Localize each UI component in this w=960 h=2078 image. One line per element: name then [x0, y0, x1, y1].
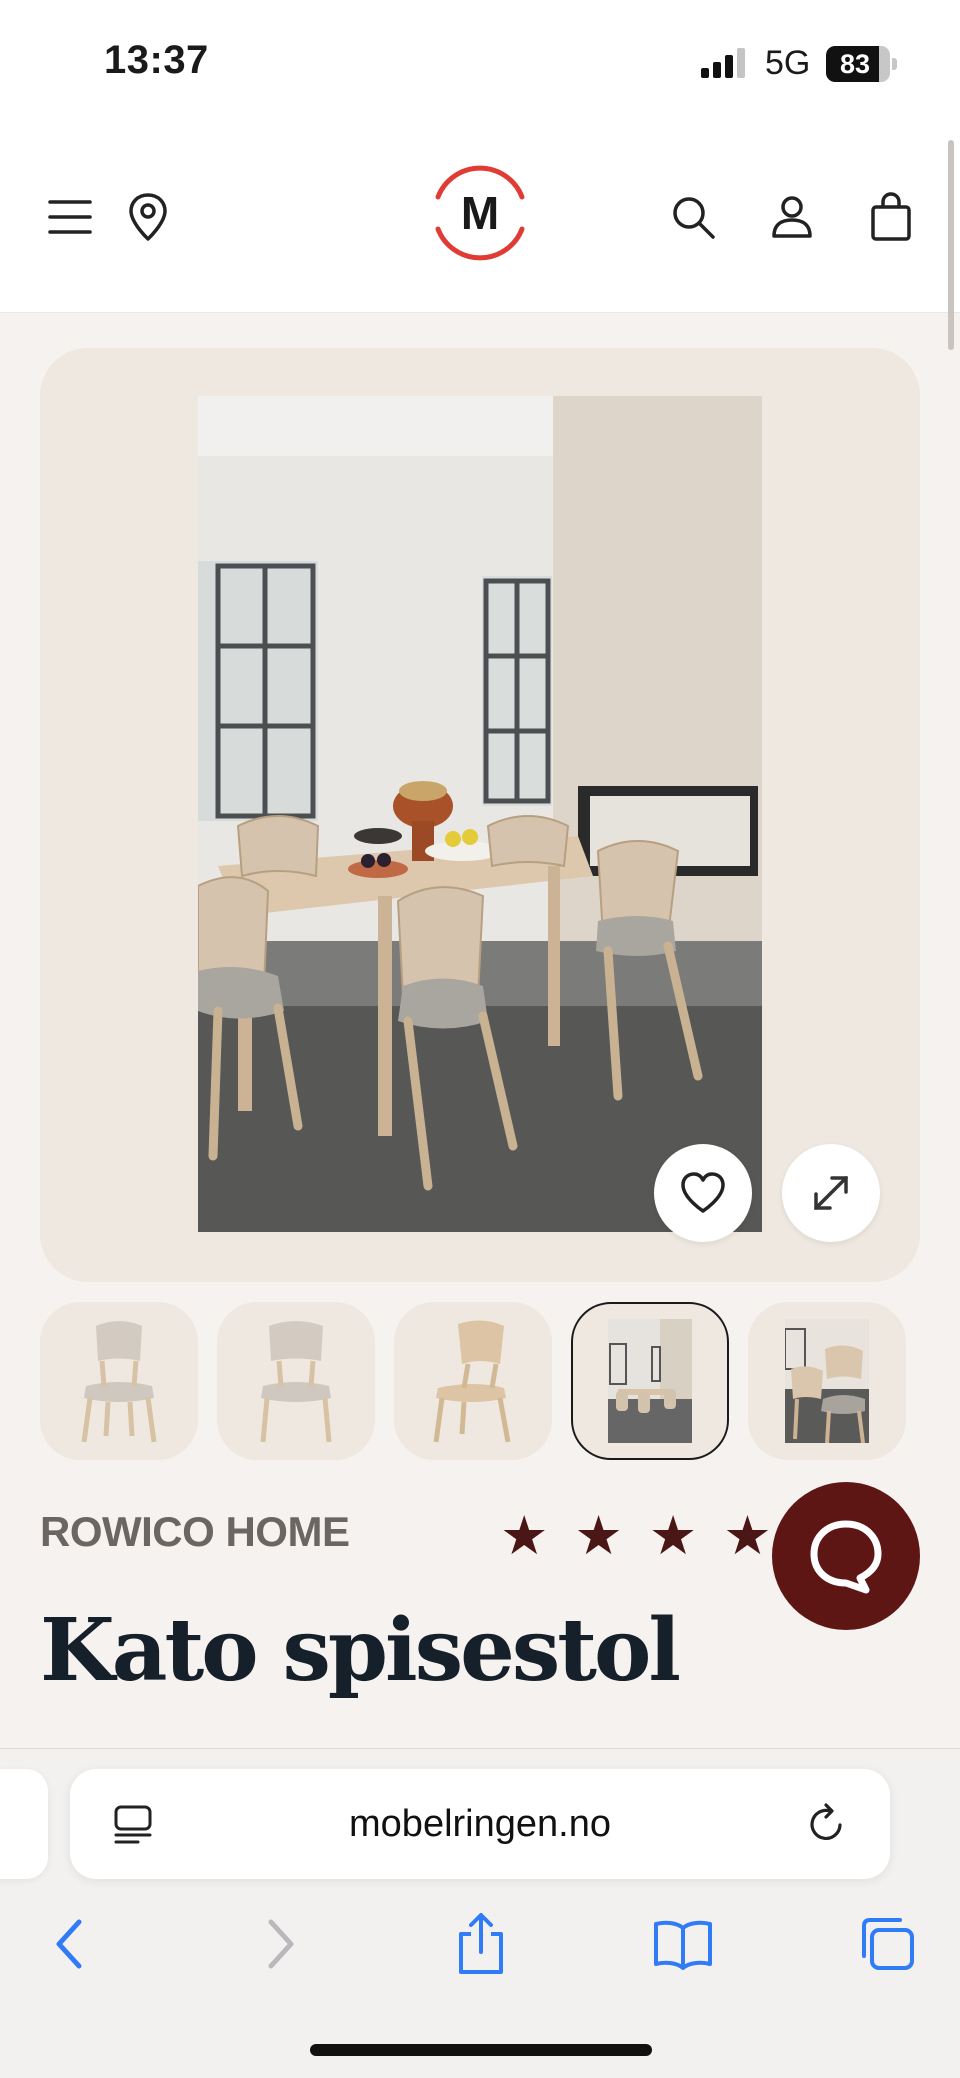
page-menu-icon[interactable]	[106, 1797, 160, 1851]
tabs-icon[interactable]	[852, 1909, 922, 1979]
thumbnail-3[interactable]	[394, 1302, 552, 1460]
site-header: M	[0, 125, 960, 313]
product-photo[interactable]	[198, 396, 762, 1232]
site-logo[interactable]: M	[420, 153, 540, 273]
dining-room-photo	[198, 396, 762, 1232]
thumbnail-5[interactable]	[748, 1302, 906, 1460]
previous-tab-preview[interactable]	[0, 1769, 48, 1879]
expand-button[interactable]	[782, 1144, 880, 1242]
url-text[interactable]: mobelringen.no	[70, 1769, 890, 1879]
share-icon[interactable]	[446, 1909, 516, 1979]
bookmarks-icon[interactable]	[648, 1909, 718, 1979]
thumbnail-4[interactable]	[571, 1302, 729, 1460]
rating-star: ★	[500, 1504, 549, 1567]
product-gallery	[40, 348, 920, 1282]
status-time: 13:37	[104, 38, 209, 82]
chat-button[interactable]	[772, 1482, 920, 1630]
browser-toolbar: mobelringen.no	[0, 1748, 960, 2078]
shopping-bag-icon[interactable]	[861, 187, 921, 247]
network-type: 5G	[765, 44, 811, 82]
chair-thumbnail-image	[81, 1321, 157, 1443]
location-pin-icon[interactable]	[118, 187, 178, 247]
favorite-heart-icon	[681, 1172, 725, 1213]
forward-icon	[244, 1909, 314, 1979]
thumbnail-2[interactable]	[217, 1302, 375, 1460]
back-icon[interactable]	[36, 1909, 106, 1979]
home-indicator	[310, 2044, 652, 2056]
room-thumbnail-image	[608, 1319, 692, 1443]
account-icon[interactable]	[762, 187, 822, 247]
chair-thumbnail-image	[260, 1321, 332, 1443]
battery-icon: 83	[826, 46, 897, 82]
rating-star: ★	[723, 1504, 772, 1567]
favorite-button[interactable]	[654, 1144, 752, 1242]
search-icon[interactable]	[663, 187, 723, 247]
status-bar: 13:37 5G 83	[0, 0, 960, 125]
logo-letter: M	[460, 187, 500, 239]
product-title: Kato spisestol	[40, 1600, 681, 1701]
rating-star: ★	[574, 1504, 623, 1567]
battery-percent: 83	[839, 49, 871, 79]
page-scrollbar[interactable]	[948, 140, 954, 350]
expand-icon	[814, 1176, 848, 1210]
menu-icon[interactable]	[40, 187, 100, 247]
rating-star: ★	[648, 1504, 698, 1567]
cellular-signal-icon	[701, 48, 745, 78]
address-bar[interactable]: mobelringen.no	[70, 1769, 890, 1879]
thumbnail-1[interactable]	[40, 1302, 198, 1460]
product-brand[interactable]: ROWICO HOME	[40, 1508, 350, 1556]
chat-bubble-icon	[810, 1520, 882, 1594]
chair-thumbnail-image	[433, 1320, 511, 1443]
thumbnail-strip	[40, 1302, 920, 1460]
reload-icon[interactable]	[800, 1797, 854, 1851]
chairs-detail-thumbnail-image	[785, 1319, 869, 1443]
